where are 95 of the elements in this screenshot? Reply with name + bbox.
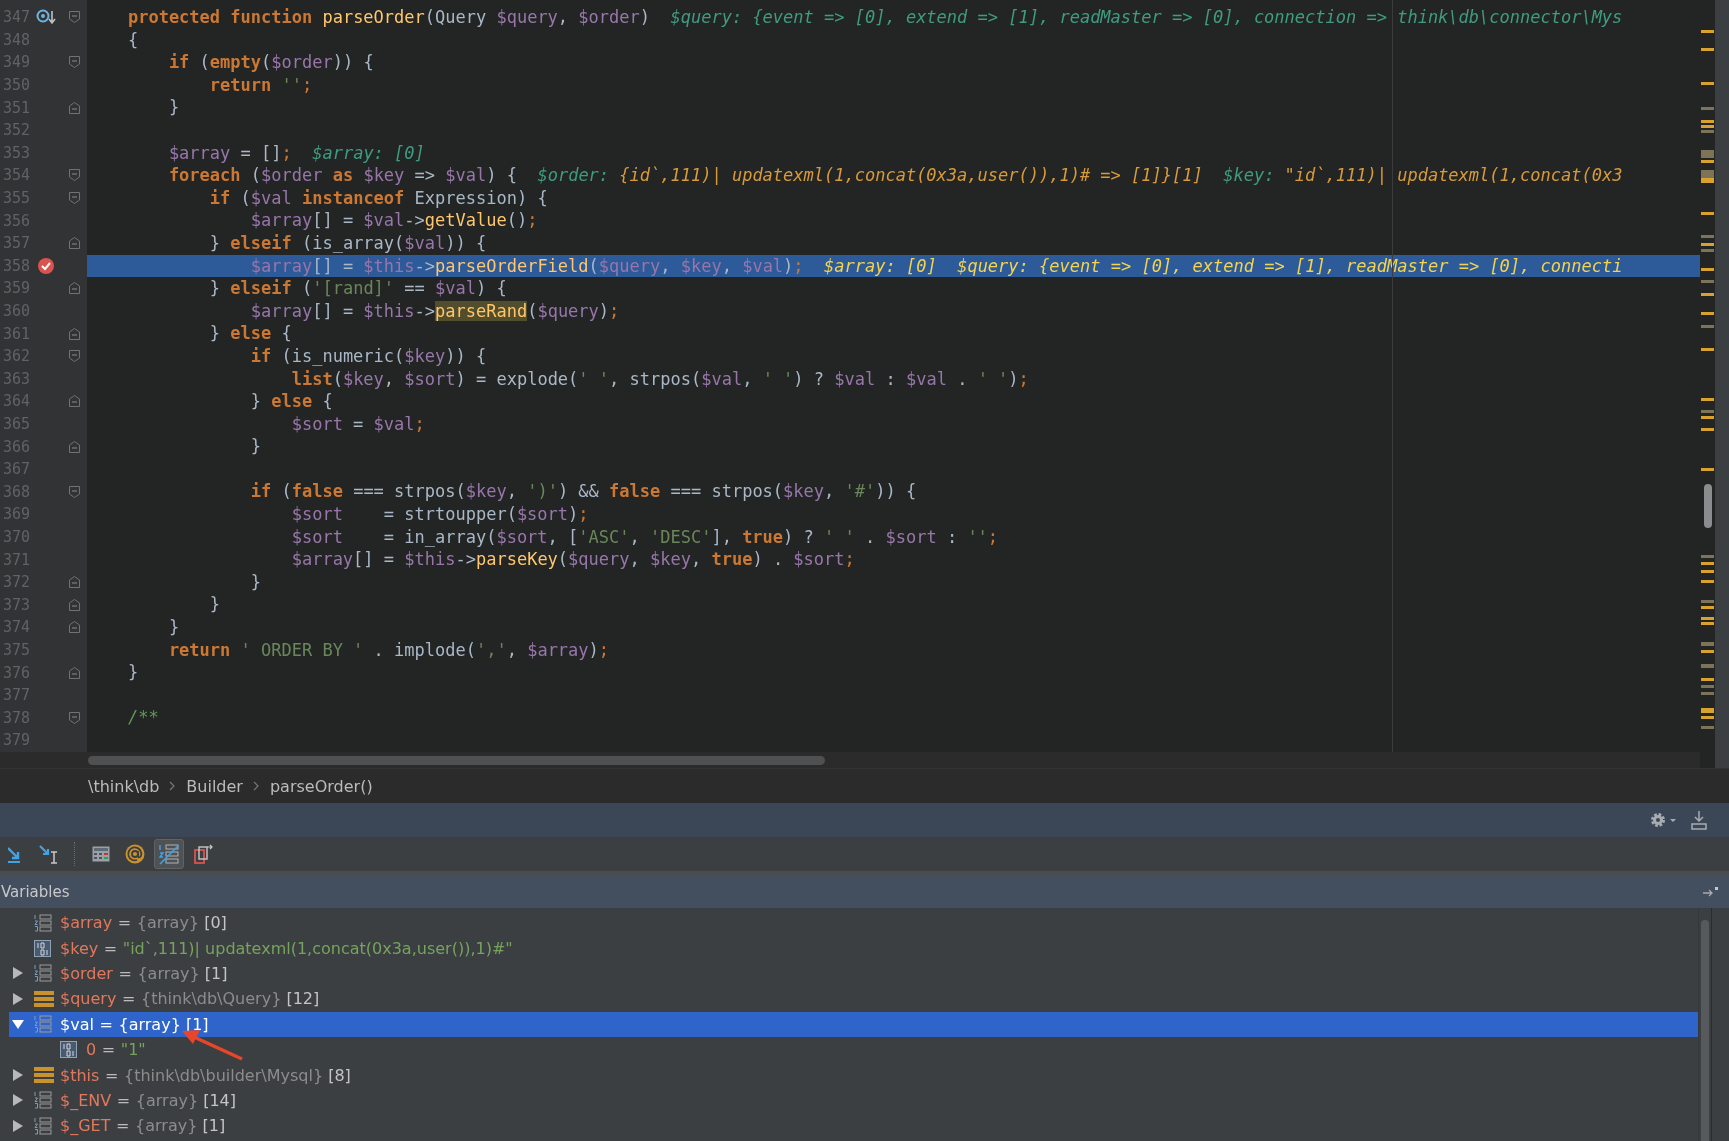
fold-icon[interactable] bbox=[69, 711, 80, 724]
code-line: } else { bbox=[249, 390, 333, 413]
variable-row[interactable]: $_ENV = {array} [14] bbox=[9, 1087, 1698, 1114]
code-line: } bbox=[208, 593, 221, 617]
variable-row[interactable]: $array = {array} [0] bbox=[9, 910, 1698, 936]
collapsed-arrow-icon[interactable] bbox=[12, 1119, 24, 1132]
code-line: } elseif (is_array($val)) { bbox=[208, 231, 487, 255]
binary-icon bbox=[60, 1041, 77, 1059]
code-line: list($key, $sort) = explode(' ', strpos($val, ' ') ? $val : $val . ' '); bbox=[290, 367, 1029, 391]
inline-debug-value: $query: {event => [0], extend => [1], readMaster => [0], connection => think\db\connector\Mys bbox=[670, 6, 1623, 29]
fold-icon[interactable] bbox=[69, 282, 80, 295]
at-sign-icon bbox=[125, 844, 145, 864]
code-line: $array[] = $this->parseKey($query, $key, true) . $sort; bbox=[290, 548, 855, 571]
panel-title: Variables bbox=[0, 883, 70, 901]
fold-icon[interactable] bbox=[69, 440, 80, 453]
settings-icon[interactable] bbox=[1649, 810, 1677, 830]
inline-debug-value: $array: [0] bbox=[312, 141, 425, 165]
toolbar-button[interactable] bbox=[154, 839, 184, 869]
inline-debug-value: $array: [0] bbox=[824, 254, 937, 278]
expanded-arrow-icon[interactable] bbox=[12, 1018, 24, 1031]
fold-icon[interactable] bbox=[69, 56, 80, 69]
code-line: return ' ORDER BY ' . implode(',', $array); bbox=[167, 638, 610, 662]
list-icon bbox=[34, 1116, 52, 1135]
chevron-icon bbox=[252, 781, 260, 791]
code-line: foreach ($order as $key => $val) { bbox=[167, 164, 517, 187]
breadcrumb[interactable]: Builder bbox=[186, 776, 243, 796]
numbered-list-icon bbox=[158, 843, 180, 865]
code-line: $array[] = $this->parseOrderField($query, $key, $val); bbox=[249, 254, 804, 278]
horizontal-scrollbar[interactable] bbox=[88, 755, 825, 765]
variable-row[interactable]: 0 = "1" bbox=[9, 1036, 1698, 1063]
code-line: /** bbox=[126, 706, 159, 729]
stacked-bars-icon bbox=[34, 1066, 54, 1085]
list-icon bbox=[34, 1015, 52, 1034]
collapsed-arrow-icon[interactable] bbox=[12, 967, 24, 980]
arrow-icon bbox=[8, 844, 22, 864]
hide-panel-icon[interactable] bbox=[1691, 810, 1707, 830]
fold-icon[interactable] bbox=[69, 485, 80, 498]
variable-row[interactable]: $query = {think\db\Query} [12] bbox=[9, 986, 1698, 1012]
chevron-icon bbox=[169, 781, 177, 791]
collapsed-arrow-icon[interactable] bbox=[12, 992, 24, 1005]
variable-row[interactable]: $key = "id`,111)| updatexml(1,concat(0x3a,user()),1)#" bbox=[9, 935, 1698, 961]
code-line: $array[] = $val->getValue(); bbox=[249, 209, 538, 232]
fold-icon[interactable] bbox=[69, 666, 80, 679]
fold-icon[interactable] bbox=[69, 327, 80, 340]
code-line: return ''; bbox=[208, 73, 313, 97]
circle-arrow-icon[interactable] bbox=[36, 8, 56, 27]
code-line: } else { bbox=[208, 322, 292, 345]
collapsed-arrow-icon[interactable] bbox=[12, 1069, 24, 1082]
code-line: $sort = strtoupper($sort); bbox=[290, 503, 589, 526]
code-line: $sort = in_array($sort, ['ASC', 'DESC'], true) ? ' ' . $sort : ''; bbox=[290, 525, 999, 549]
code-line: } bbox=[167, 616, 180, 639]
fold-icon[interactable] bbox=[69, 237, 80, 250]
code-line: protected function parseOrder(Query $query, $order) bbox=[126, 6, 650, 29]
binary-icon bbox=[34, 939, 51, 957]
variable-row[interactable]: $order = {array} [1] bbox=[9, 960, 1698, 987]
breakpoint-icon[interactable] bbox=[37, 256, 55, 275]
code-line: { bbox=[126, 28, 139, 52]
breadcrumb[interactable]: \think\db bbox=[88, 776, 160, 796]
fold-icon[interactable] bbox=[69, 192, 80, 205]
code-line: } bbox=[249, 435, 261, 458]
code-line: } bbox=[126, 661, 139, 684]
code-line: } bbox=[249, 570, 261, 594]
pin-icon[interactable] bbox=[1703, 886, 1719, 898]
fold-icon[interactable] bbox=[69, 350, 80, 363]
fold-icon[interactable] bbox=[69, 598, 80, 611]
code-line: if ($val instanceof Expression) { bbox=[208, 186, 548, 210]
code-line: } elseif ('[rand]' == $val) { bbox=[208, 277, 507, 300]
cursor-arrow-icon bbox=[38, 844, 60, 864]
copy-icon bbox=[193, 844, 213, 864]
code-line: } bbox=[167, 96, 180, 119]
stacked-bars-icon bbox=[34, 989, 54, 1008]
variable-row[interactable]: $this = {think\db\builder\Mysql} [8] bbox=[9, 1062, 1698, 1088]
fold-icon[interactable] bbox=[69, 576, 80, 589]
vertical-scrollbar[interactable] bbox=[1701, 920, 1709, 1141]
list-icon bbox=[34, 964, 52, 983]
fold-icon[interactable] bbox=[69, 621, 80, 634]
code-line: $array = []; bbox=[167, 141, 292, 165]
collapsed-arrow-icon[interactable] bbox=[12, 1094, 24, 1107]
list-icon bbox=[34, 1091, 52, 1110]
fold-icon[interactable] bbox=[69, 101, 80, 114]
code-line: if (empty($order)) { bbox=[167, 51, 374, 74]
code-line: $sort = $val; bbox=[290, 412, 425, 436]
breadcrumb[interactable]: parseOrder() bbox=[269, 776, 373, 796]
list-icon bbox=[34, 913, 52, 932]
inline-debug-value: $order: {id`,111)| updatexml(1,concat(0x3a,user()),1)# => [1]}[1] bbox=[537, 164, 1203, 187]
fold-icon[interactable] bbox=[69, 395, 80, 408]
fold-icon[interactable] bbox=[69, 169, 80, 182]
fold-icon[interactable] bbox=[69, 11, 80, 24]
code-line: $array[] = $this->parseRand($query); bbox=[249, 299, 620, 323]
inline-debug-value: $query: {event => [0], extend => [1], readMaster => [0], connecti bbox=[957, 254, 1623, 278]
code-line: if (is_numeric($key)) { bbox=[249, 344, 487, 368]
inline-debug-value: $key: "id`,111)| updatexml(1,concat(0x3 bbox=[1223, 164, 1623, 187]
code-line: if (false === strpos($key, ')') && false === strpos($key, '#')) { bbox=[249, 480, 917, 504]
calculator-icon bbox=[92, 846, 110, 862]
variable-row[interactable]: $_GET = {array} [1] bbox=[9, 1113, 1698, 1139]
